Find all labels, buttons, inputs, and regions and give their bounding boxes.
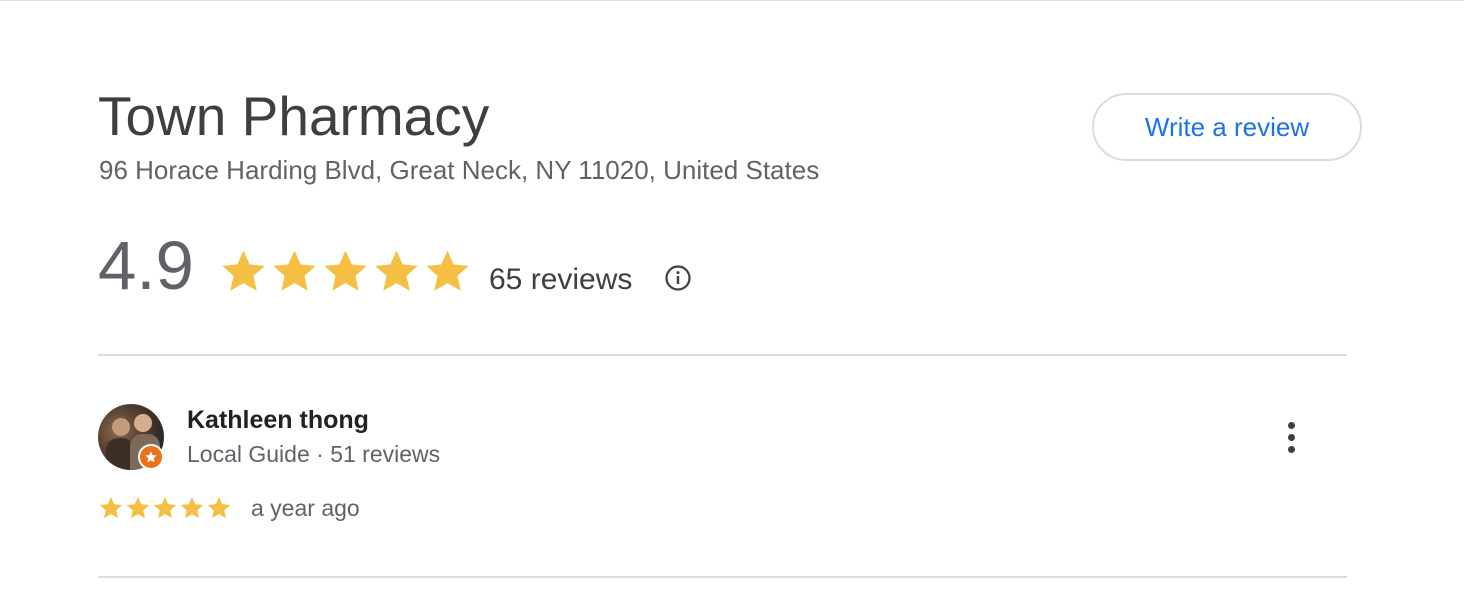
place-title: Town Pharmacy <box>98 85 490 147</box>
more-vert-icon[interactable] <box>1272 416 1310 458</box>
rating-stars <box>219 247 472 296</box>
local-guide-star-icon <box>138 444 164 470</box>
reviewer-name[interactable]: Kathleen thong <box>187 404 369 436</box>
place-address: 96 Horace Harding Blvd, Great Neck, NY 1… <box>99 155 820 185</box>
rating-summary: 4.9 65 reviews <box>98 226 798 306</box>
star-icon <box>324 250 367 291</box>
menu-dot <box>1287 433 1295 441</box>
reviewer-meta: Local Guide · 51 reviews <box>187 441 441 467</box>
menu-dot <box>1287 445 1295 453</box>
menu-dot <box>1287 421 1295 429</box>
review-count-link[interactable]: 65 reviews <box>489 262 632 298</box>
star-icon <box>207 496 231 519</box>
top-border <box>0 0 1464 1</box>
star-icon <box>99 496 123 519</box>
rating-value: 4.9 <box>98 227 194 304</box>
section-divider <box>98 354 1347 356</box>
write-review-button[interactable]: Write a review <box>1092 93 1362 161</box>
star-icon <box>126 496 150 519</box>
star-icon <box>273 250 316 291</box>
star-icon <box>426 250 469 291</box>
star-icon <box>222 250 265 291</box>
star-icon <box>180 496 204 519</box>
review-date: a year ago <box>251 495 360 521</box>
review-stars <box>98 495 232 521</box>
info-icon[interactable] <box>664 264 692 292</box>
review-divider <box>98 576 1347 578</box>
star-icon <box>153 496 177 519</box>
star-icon <box>375 250 418 291</box>
